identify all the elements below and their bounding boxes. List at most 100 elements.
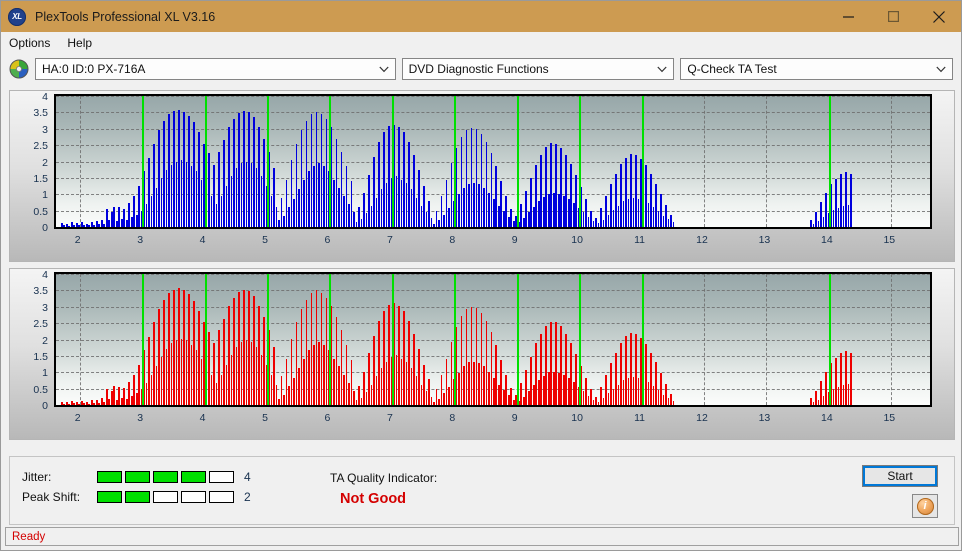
chart-bar — [403, 132, 405, 227]
chart-bar — [283, 215, 285, 227]
chart-bar — [235, 168, 238, 227]
chart-bar — [290, 338, 293, 405]
chart-bar — [810, 219, 812, 227]
chart-bar — [815, 212, 817, 227]
chart-bar — [605, 195, 607, 227]
y-tick-label: 3 — [42, 123, 48, 136]
chart-bar — [230, 176, 233, 227]
y-tick-label: 1.5 — [33, 172, 48, 185]
chart-bar — [590, 210, 592, 227]
chart-bar — [655, 362, 657, 405]
close-icon[interactable] — [916, 1, 961, 32]
x-tick-label: 13 — [758, 412, 771, 424]
chart-bar — [95, 221, 98, 227]
chart-bar — [430, 396, 433, 405]
chart-bar — [495, 345, 498, 405]
marker-line — [516, 274, 519, 405]
gridline-horizontal — [56, 323, 930, 325]
chart-bar — [253, 296, 255, 405]
chevron-down-icon — [378, 62, 389, 76]
chart-bar — [230, 355, 233, 405]
info-button[interactable]: i — [912, 494, 938, 518]
chart-bar — [173, 289, 175, 405]
chart-bar — [490, 153, 493, 227]
chart-bar — [173, 110, 175, 227]
chart-bar — [195, 349, 198, 405]
chart-bar — [370, 205, 373, 227]
marker-line — [516, 96, 519, 227]
chart-bar — [662, 394, 665, 405]
chart-bar — [100, 219, 103, 227]
chart-bar — [293, 378, 295, 405]
chart-bar — [460, 136, 463, 227]
chart-bar — [460, 315, 463, 405]
function-select-value: DVD Diagnostic Functions — [408, 62, 549, 76]
chart-bar — [647, 203, 650, 227]
chart-bar — [135, 393, 138, 405]
chart-bar — [400, 358, 403, 405]
chart-bar — [63, 225, 66, 227]
x-tick-label: 15 — [883, 412, 896, 424]
chart-bar — [627, 378, 630, 405]
chart-bar — [220, 195, 223, 227]
chart-bar — [540, 154, 543, 227]
chart-bar — [303, 179, 305, 227]
chart-bar — [470, 128, 473, 227]
x-tick-label: 8 — [449, 234, 456, 246]
chart-bar — [160, 177, 163, 227]
chart-bar — [78, 225, 81, 227]
chart-bar — [627, 199, 630, 227]
chart-bar — [450, 163, 453, 227]
chart-bar — [315, 111, 318, 227]
chart-bar — [218, 151, 220, 227]
chart-bar — [635, 333, 637, 405]
chart-bar — [405, 182, 408, 227]
marker-line — [329, 96, 332, 227]
chart-bar — [198, 310, 200, 405]
chart-bar — [510, 209, 513, 227]
menu-item-help[interactable]: Help — [67, 34, 101, 52]
chart-bar — [530, 356, 533, 405]
chart-bar — [458, 194, 460, 227]
chart-bar — [300, 130, 303, 227]
chart-bar — [652, 386, 655, 405]
jitter-row: Jitter: 4 — [22, 470, 251, 484]
xl-logo-icon: XL — [8, 7, 26, 26]
marker-line — [267, 274, 269, 405]
chart-bar — [478, 184, 480, 227]
x-tick-label: 11 — [634, 412, 646, 424]
chart-bar — [305, 120, 308, 227]
window-controls — [826, 1, 961, 32]
function-select[interactable]: DVD Diagnostic Functions — [401, 58, 675, 80]
chart-bar — [373, 335, 375, 405]
chart-bar — [280, 197, 283, 227]
gridline-vertical — [704, 274, 705, 405]
chart-bar — [602, 219, 605, 227]
chart-bar — [118, 386, 121, 405]
maximize-icon[interactable] — [871, 1, 916, 32]
chart-bar — [825, 192, 827, 227]
chart-bar — [363, 371, 365, 405]
chart-bar — [320, 114, 323, 227]
minimize-icon[interactable] — [826, 1, 871, 32]
chart-bar — [280, 376, 283, 405]
chart-bar — [138, 365, 140, 405]
chart-bar — [115, 399, 118, 405]
start-button[interactable]: Start — [862, 465, 938, 487]
chart-bar — [620, 164, 622, 227]
chart-bar — [168, 114, 170, 227]
chart-bar — [510, 387, 513, 405]
menu-item-options[interactable]: Options — [9, 34, 59, 52]
chevron-down-icon — [657, 62, 667, 76]
chart-bar — [273, 346, 275, 405]
chart-bar — [333, 358, 335, 405]
chart-bar — [473, 361, 475, 405]
drive-select[interactable]: HA:0 ID:0 PX-716A — [35, 58, 396, 80]
chart-bar — [817, 399, 820, 405]
test-select[interactable]: Q-Check TA Test — [680, 58, 954, 80]
chart-bar — [525, 190, 528, 227]
chart-bar — [150, 374, 153, 405]
chart-bar — [637, 199, 640, 227]
chart-bar — [645, 165, 647, 227]
meter-cell — [153, 471, 178, 483]
